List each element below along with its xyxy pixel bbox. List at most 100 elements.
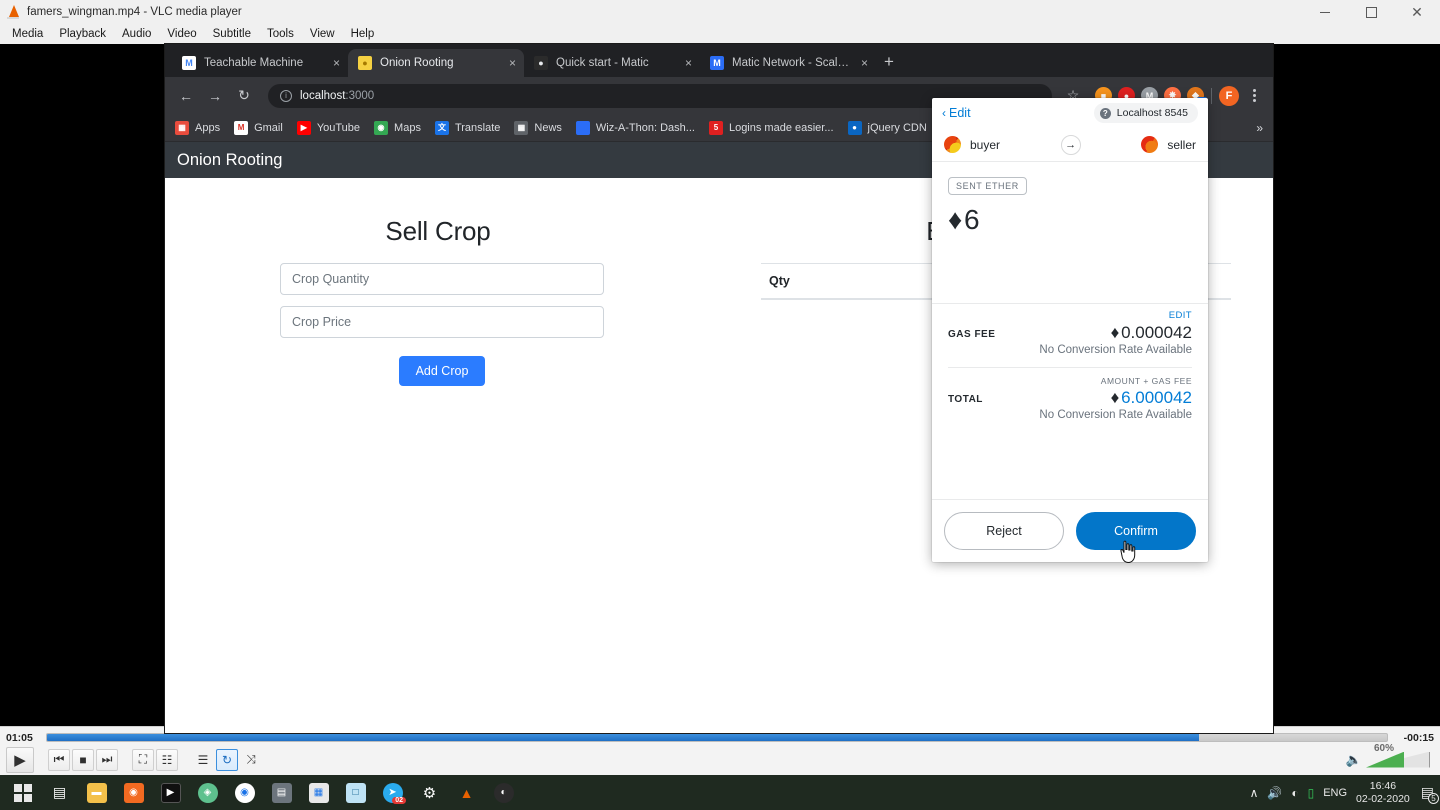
bookmark-news[interactable]: ▦ News xyxy=(514,120,562,135)
summary-spacer xyxy=(932,236,1208,303)
battery-icon[interactable]: ▯ xyxy=(1308,786,1315,800)
loop-button[interactable]: ↻ xyxy=(216,748,238,771)
speaker-icon[interactable]: 🔊 xyxy=(1267,786,1282,800)
tab-close-icon[interactable]: × xyxy=(685,56,692,70)
transfer-arrow-icon: → xyxy=(1060,134,1081,155)
bookmark-logins[interactable]: 5 Logins made easier... xyxy=(708,120,834,135)
sell-crop-section: Sell Crop Add Crop xyxy=(165,216,719,386)
fullscreen-button[interactable]: ⛶ xyxy=(132,748,154,771)
bookmark-jquery-cdn[interactable]: ● jQuery CDN xyxy=(847,120,927,135)
volume-slider[interactable]: 60% xyxy=(1366,743,1430,768)
edit-back-button[interactable]: ‹ Edit xyxy=(942,106,971,120)
menu-view[interactable]: View xyxy=(302,26,343,42)
tab-close-icon[interactable]: × xyxy=(333,56,340,70)
wifi-icon[interactable]: ◐ xyxy=(1291,786,1298,800)
menu-audio[interactable]: Audio xyxy=(114,26,159,42)
minimize-button[interactable] xyxy=(1302,0,1348,24)
menu-media[interactable]: Media xyxy=(4,26,51,42)
bookmark-wiz-a-thon[interactable]: Wiz-A-Thon: Dash... xyxy=(575,120,695,135)
clock[interactable]: 16:46 02-02-2020 xyxy=(1356,780,1410,806)
ethereum-icon: ♦ xyxy=(1110,322,1120,342)
file-icon[interactable]: ▦ xyxy=(300,775,337,810)
new-tab-button[interactable]: + xyxy=(884,52,894,72)
app-icon-dark[interactable]: ◐ xyxy=(485,775,522,810)
volume-percent-label: 60% xyxy=(1374,742,1395,754)
notifications-icon[interactable]: ▤ 5 xyxy=(1421,784,1439,804)
task-view-button[interactable]: ▤ xyxy=(41,775,78,810)
wiz-a-thon-icon xyxy=(575,120,590,135)
speaker-icon[interactable]: 🔈 xyxy=(1346,752,1362,768)
stop-button[interactable]: ■ xyxy=(72,748,94,771)
close-button[interactable]: ✕ xyxy=(1394,0,1440,24)
vlc-icon[interactable]: ▲ xyxy=(448,775,485,810)
playlist-button[interactable]: ☰ xyxy=(192,749,214,771)
confirm-button[interactable]: Confirm xyxy=(1076,512,1196,550)
remaining-time: -00:15 xyxy=(1403,731,1434,744)
edit-gas-button[interactable]: EDIT xyxy=(948,310,1192,321)
tab-teachable-machine[interactable]: M Teachable Machine × xyxy=(172,49,348,77)
site-info-icon[interactable]: i xyxy=(280,89,292,102)
tab-quick-start-matic[interactable]: ● Quick start - Matic × xyxy=(524,49,700,77)
telegram-badge-count: 02 xyxy=(392,797,406,804)
back-icon[interactable]: ← xyxy=(173,83,199,109)
tab-close-icon[interactable]: × xyxy=(861,56,868,70)
seek-slider[interactable] xyxy=(46,733,1388,742)
bookmark-gmail[interactable]: M Gmail xyxy=(234,120,283,135)
reject-button[interactable]: Reject xyxy=(944,512,1064,550)
gas-fee-values: ♦ 0.000042 No Conversion Rate Available xyxy=(1039,323,1192,356)
start-button[interactable] xyxy=(4,775,41,810)
network-selector[interactable]: ? Localhost 8545 xyxy=(1093,103,1198,123)
shuffle-button[interactable]: ⤨ xyxy=(240,749,262,771)
edit-label: Edit xyxy=(949,106,971,120)
next-button[interactable]: ⏭ xyxy=(96,748,118,771)
chrome-icon[interactable]: ◉ xyxy=(226,775,263,810)
toolbar-divider xyxy=(1211,87,1212,104)
metamask-icon[interactable]: ◈ xyxy=(189,775,226,810)
play-button[interactable]: ▶ xyxy=(6,746,34,773)
ethereum-icon: ♦ xyxy=(1110,387,1120,407)
bookmark-translate[interactable]: 文 Translate xyxy=(434,120,500,135)
vlc-control-bar: 01:05 -00:15 ▶ ⏮ ■ ⏭ ⛶ ☷ ☰ ↻ ⤨ 🔈 60% xyxy=(0,726,1440,775)
extended-settings-button[interactable]: ☷ xyxy=(156,748,178,771)
tab-onion-rooting[interactable]: ● Onion Rooting × xyxy=(348,49,524,77)
tab-close-icon[interactable]: × xyxy=(509,56,516,70)
menu-tools[interactable]: Tools xyxy=(259,26,302,42)
menu-video[interactable]: Video xyxy=(159,26,204,42)
tab-matic-network[interactable]: M Matic Network - Scalable and in... × xyxy=(700,49,876,77)
translate-icon: 文 xyxy=(434,120,449,135)
app-icon-orange[interactable]: ◉ xyxy=(115,775,152,810)
menu-playback[interactable]: Playback xyxy=(51,26,114,42)
settings-icon[interactable]: ⚙ xyxy=(411,775,448,810)
total-amount: 6.000042 xyxy=(1121,387,1192,407)
reload-icon[interactable]: ↻ xyxy=(231,83,257,109)
bookmark-apps[interactable]: ▦ Apps xyxy=(175,120,221,135)
fees-section: EDIT GAS FEE ♦ 0.000042 No Conversion Rat… xyxy=(932,302,1208,433)
tab-strip: M Teachable Machine × ● Onion Rooting × … xyxy=(165,44,1273,77)
windows-taskbar: ▤ ▬ ◉ ▶ ◈ ◉ ▤ ▦ □ ➤ 02 ⚙ ▲ ◐ ∧ 🔊 ◐ ▯ ENG… xyxy=(0,775,1440,810)
bookmark-maps[interactable]: ◉ Maps xyxy=(374,120,421,135)
menu-subtitle[interactable]: Subtitle xyxy=(205,26,259,42)
menu-help[interactable]: Help xyxy=(343,26,383,42)
crop-price-input[interactable] xyxy=(280,306,604,338)
database-icon[interactable]: ▤ xyxy=(263,775,300,810)
bookmark-label: Apps xyxy=(195,121,221,134)
navbar-brand[interactable]: Onion Rooting xyxy=(177,151,283,170)
previous-button[interactable]: ⏮ xyxy=(48,748,70,771)
kebab-menu-icon[interactable] xyxy=(1243,89,1265,102)
language-indicator[interactable]: ENG xyxy=(1323,787,1347,799)
show-hidden-icons-chevron-icon[interactable]: ∧ xyxy=(1250,786,1259,800)
maximize-button[interactable] xyxy=(1348,0,1394,24)
column-header-qty: Qty xyxy=(761,263,889,300)
bookmarks-overflow-icon[interactable]: » xyxy=(1256,121,1263,135)
telegram-icon[interactable]: ➤ 02 xyxy=(374,775,411,810)
terminal-icon[interactable]: ▶ xyxy=(152,775,189,810)
add-crop-button[interactable]: Add Crop xyxy=(398,356,486,386)
bookmark-youtube[interactable]: ▶ YouTube xyxy=(296,120,360,135)
forward-icon[interactable]: → xyxy=(202,83,228,109)
notepad-icon[interactable]: □ xyxy=(337,775,374,810)
tab-favicon-icon: M xyxy=(710,56,724,70)
crop-quantity-input[interactable] xyxy=(280,263,604,295)
profile-avatar[interactable]: F xyxy=(1219,85,1239,106)
file-explorer-icon[interactable]: ▬ xyxy=(78,775,115,810)
window-controls: ✕ xyxy=(1302,0,1440,24)
